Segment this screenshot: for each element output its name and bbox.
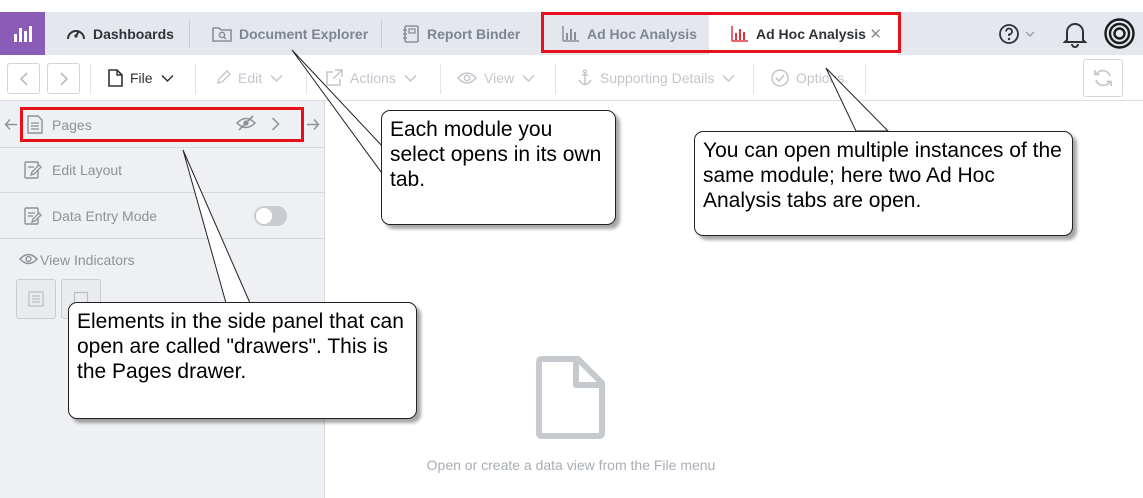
eye-slash-icon[interactable] — [235, 114, 257, 135]
notes-icon — [28, 291, 44, 307]
notifications-button[interactable] — [1062, 12, 1088, 55]
folder-search-icon — [212, 25, 232, 43]
toolbar-divider — [440, 64, 441, 94]
user-profile-button[interactable] — [1104, 12, 1135, 55]
actions-menu-label: Actions — [350, 70, 396, 86]
tab-ad-hoc-analysis-2-label: Ad Hoc Analysis — [756, 25, 866, 42]
edit-layout-label: Edit Layout — [52, 162, 123, 178]
tab-dashboards-label: Dashboards — [93, 25, 174, 42]
indicator-notes-button[interactable] — [16, 279, 56, 319]
data-entry-icon — [24, 206, 42, 225]
pages-icon — [27, 115, 43, 134]
toolbar-divider — [306, 64, 307, 94]
supporting-details-menu-label: Supporting Details — [600, 70, 715, 86]
chevron-right-icon[interactable] — [271, 117, 280, 134]
tab-divider — [189, 19, 190, 48]
view-menu-label: View — [484, 70, 515, 86]
back-button[interactable] — [7, 63, 40, 94]
refresh-button[interactable] — [1083, 59, 1123, 97]
eye-icon — [19, 252, 38, 266]
callout-drawers: Elements in the side panel that can open… — [68, 302, 417, 419]
external-link-icon — [325, 69, 343, 87]
chevron-down-icon — [161, 74, 174, 83]
chevron-down-icon — [270, 74, 283, 83]
drawer-divider — [0, 147, 325, 148]
drawer-divider — [0, 192, 325, 193]
help-menu[interactable] — [998, 12, 1036, 55]
module-tab-bar: Dashboards Document Explorer Report Bind… — [0, 12, 1143, 55]
options-menu-label: Options — [796, 70, 845, 86]
close-tab-icon[interactable]: ✕ — [869, 25, 882, 43]
chevron-right-icon — [59, 71, 68, 86]
bar-chart-icon — [562, 25, 580, 42]
bell-icon — [1062, 22, 1088, 48]
actions-menu[interactable]: Actions — [325, 55, 417, 101]
app-logo[interactable] — [0, 12, 45, 55]
tab-ad-hoc-analysis-2-active[interactable]: Ad Hoc Analysis ✕ — [709, 12, 898, 55]
chevron-left-icon — [19, 71, 28, 86]
check-circle-icon — [771, 69, 789, 87]
chevron-down-icon — [722, 74, 735, 83]
supporting-details-menu[interactable]: Supporting Details — [577, 55, 735, 101]
data-entry-mode-toggle[interactable] — [254, 206, 287, 226]
refresh-icon — [1094, 69, 1112, 87]
callout-multiple-instances: You can open multiple instances of the s… — [694, 131, 1073, 236]
tab-dashboards[interactable]: Dashboards — [66, 12, 174, 55]
forward-button[interactable] — [47, 63, 80, 94]
profile-target-icon — [1104, 18, 1135, 49]
tab-report-binder-label: Report Binder — [427, 25, 521, 42]
tab-divider — [381, 19, 382, 48]
toolbar: File Edit Actions View Supporting Detail… — [0, 55, 1143, 101]
bar-chart-logo-icon — [13, 25, 32, 42]
view-indicators-label: View Indicators — [40, 252, 135, 268]
file-menu-label: File — [130, 70, 153, 86]
expand-right-arrow-icon[interactable] — [306, 118, 320, 134]
tab-report-binder[interactable]: Report Binder — [402, 12, 520, 55]
toolbar-divider — [195, 64, 196, 94]
chevron-down-icon — [404, 74, 417, 83]
data-entry-mode-label: Data Entry Mode — [52, 208, 158, 224]
toolbar-divider — [90, 64, 91, 94]
view-indicators-section: View Indicators — [0, 245, 325, 273]
pages-drawer[interactable]: Pages — [0, 110, 325, 140]
edit-menu[interactable]: Edit — [215, 55, 283, 101]
empty-document-icon — [536, 356, 605, 439]
chevron-down-icon — [522, 74, 535, 83]
help-icon — [999, 23, 1019, 44]
collapse-left-arrow-icon[interactable] — [4, 118, 18, 134]
tab-document-explorer[interactable]: Document Explorer — [212, 12, 368, 55]
empty-state-message: Open or create a data view from the File… — [426, 457, 716, 473]
edit-layout-icon — [24, 160, 42, 179]
options-menu[interactable]: Options — [771, 55, 844, 101]
drawer-divider — [0, 238, 325, 239]
binder-icon — [402, 24, 420, 43]
edit-layout-drawer[interactable]: Edit Layout — [0, 155, 325, 185]
view-menu[interactable]: View — [457, 55, 535, 101]
tab-ad-hoc-analysis-1[interactable]: Ad Hoc Analysis — [562, 12, 697, 55]
tab-document-explorer-label: Document Explorer — [239, 25, 369, 42]
file-icon — [108, 69, 123, 87]
pencil-icon — [215, 70, 231, 86]
edit-menu-label: Edit — [238, 70, 263, 86]
tab-ad-hoc-analysis-1-label: Ad Hoc Analysis — [587, 25, 697, 42]
callout-module-tab: Each module you select opens in its own … — [381, 110, 616, 225]
chevron-down-icon — [1025, 31, 1035, 37]
pages-drawer-label: Pages — [52, 117, 92, 133]
file-menu[interactable]: File — [108, 55, 174, 101]
speedometer-icon — [66, 25, 86, 43]
toolbar-divider — [753, 64, 754, 94]
eye-icon — [457, 71, 477, 85]
anchor-icon — [577, 69, 593, 87]
bar-chart-icon — [731, 25, 749, 42]
toolbar-divider — [865, 64, 866, 94]
toolbar-divider — [555, 64, 556, 94]
